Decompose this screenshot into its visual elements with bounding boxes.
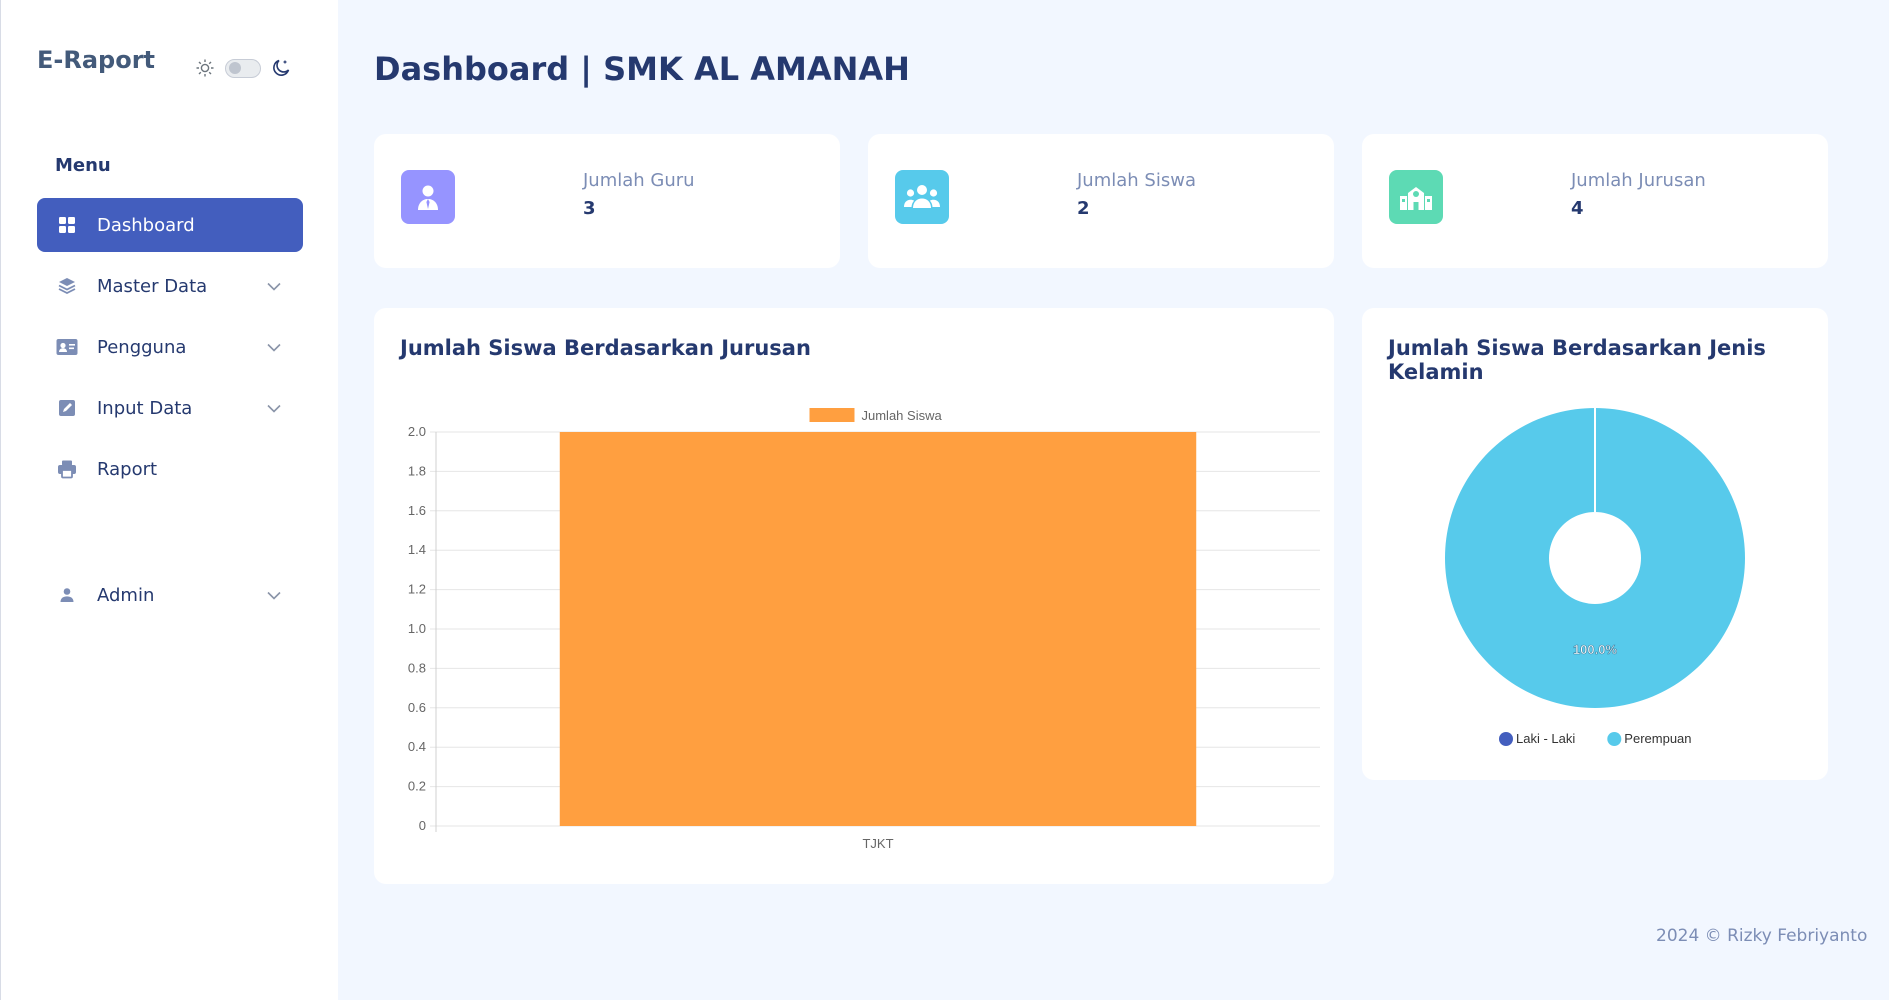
- sidebar: E-Raport Menu Dashboard Master Data Peng…: [0, 0, 338, 1000]
- person-icon: [55, 587, 79, 603]
- legend-label: Perempuan: [1624, 731, 1691, 746]
- sidebar-item-dashboard[interactable]: Dashboard: [37, 198, 303, 252]
- app-logo[interactable]: E-Raport: [37, 46, 155, 74]
- sidebar-item-pengguna[interactable]: Pengguna: [37, 320, 303, 374]
- sidebar-item-label: Raport: [97, 458, 158, 480]
- sidebar-menu: Dashboard Master Data Pengguna Input Dat…: [37, 198, 303, 629]
- sidebar-item-input-data[interactable]: Input Data: [37, 381, 303, 435]
- sidebar-item-label: Master Data: [97, 275, 208, 297]
- legend-label: Jumlah Siswa: [862, 408, 943, 423]
- pencil-square-icon: [55, 399, 79, 417]
- stat-card-siswa: Jumlah Siswa 2: [868, 134, 1334, 268]
- stat-card-jurusan: Jumlah Jurusan 4: [1362, 134, 1828, 268]
- moon-icon: [271, 58, 291, 78]
- legend-swatch: [1499, 732, 1513, 746]
- stack-icon: [55, 276, 79, 296]
- printer-icon: [55, 459, 79, 479]
- menu-title: Menu: [55, 155, 111, 176]
- y-tick-label: 0.2: [408, 779, 426, 794]
- chevron-down-icon: [267, 337, 281, 358]
- y-tick-label: 1.4: [408, 542, 426, 557]
- stat-label: Jumlah Siswa: [1077, 170, 1196, 191]
- pie-chart-card: Jumlah Siswa Berdasarkan Jenis Kelamin 1…: [1362, 308, 1828, 780]
- chevron-down-icon: [267, 585, 281, 606]
- stat-value: 3: [583, 198, 596, 219]
- pie-chart: 100.0% Laki - Laki Perempuan: [1444, 408, 1745, 746]
- footer-copyright: 2024 © Rizky Febriyanto: [1656, 926, 1868, 946]
- sidebar-item-label: Admin: [97, 584, 155, 606]
- bar-tjkt: [559, 432, 1197, 826]
- legend-label: Laki - Laki: [1516, 731, 1575, 746]
- chevron-down-icon: [267, 276, 281, 297]
- y-tick-label: 0.6: [408, 700, 426, 715]
- theme-switch[interactable]: [225, 58, 261, 78]
- sun-icon: [195, 58, 215, 78]
- y-tick-label: 1.2: [408, 582, 426, 597]
- legend-swatch: [1607, 732, 1622, 746]
- slice-data-label: 100.0%: [1573, 642, 1618, 657]
- stat-label: Jumlah Jurusan: [1571, 170, 1706, 191]
- legend-swatch: [809, 408, 855, 422]
- x-tick-label: TJKT: [862, 836, 893, 851]
- y-tick-label: 1.8: [408, 463, 426, 478]
- people-icon: [895, 170, 949, 224]
- sidebar-item-master-data[interactable]: Master Data: [37, 259, 303, 313]
- theme-toggle: [195, 58, 291, 78]
- sidebar-item-label: Input Data: [97, 397, 193, 419]
- sidebar-item-label: Pengguna: [97, 336, 187, 358]
- sidebar-item-admin[interactable]: Admin: [37, 568, 303, 622]
- y-tick-label: 1.6: [408, 503, 426, 518]
- y-tick-label: 0.8: [408, 660, 426, 675]
- teacher-icon: [401, 170, 455, 224]
- bar-chart: Jumlah Siswa 0 0.2 0.4 0.6 0.8 1.0 1.2 1.4 1.6 1.8…: [408, 408, 1320, 851]
- grid-icon: [55, 216, 79, 234]
- sidebar-item-label: Dashboard: [97, 214, 195, 236]
- school-icon: [1389, 170, 1443, 224]
- page-title: Dashboard | SMK AL AMANAH: [374, 50, 910, 88]
- y-tick-label: 2.0: [408, 424, 426, 439]
- y-tick-label: 1.0: [408, 621, 426, 636]
- y-tick-label: 0.4: [408, 739, 426, 754]
- sidebar-item-raport[interactable]: Raport: [37, 442, 303, 496]
- bar-chart-card: Jumlah Siswa Berdasarkan Jurusan Jumlah …: [374, 308, 1334, 884]
- person-vcard-icon: [55, 338, 79, 356]
- y-tick-label: 0: [419, 818, 426, 833]
- stat-label: Jumlah Guru: [583, 170, 695, 191]
- stat-value: 4: [1571, 198, 1584, 219]
- stat-card-guru: Jumlah Guru 3: [374, 134, 840, 268]
- stat-value: 2: [1077, 198, 1090, 219]
- chevron-down-icon: [267, 398, 281, 419]
